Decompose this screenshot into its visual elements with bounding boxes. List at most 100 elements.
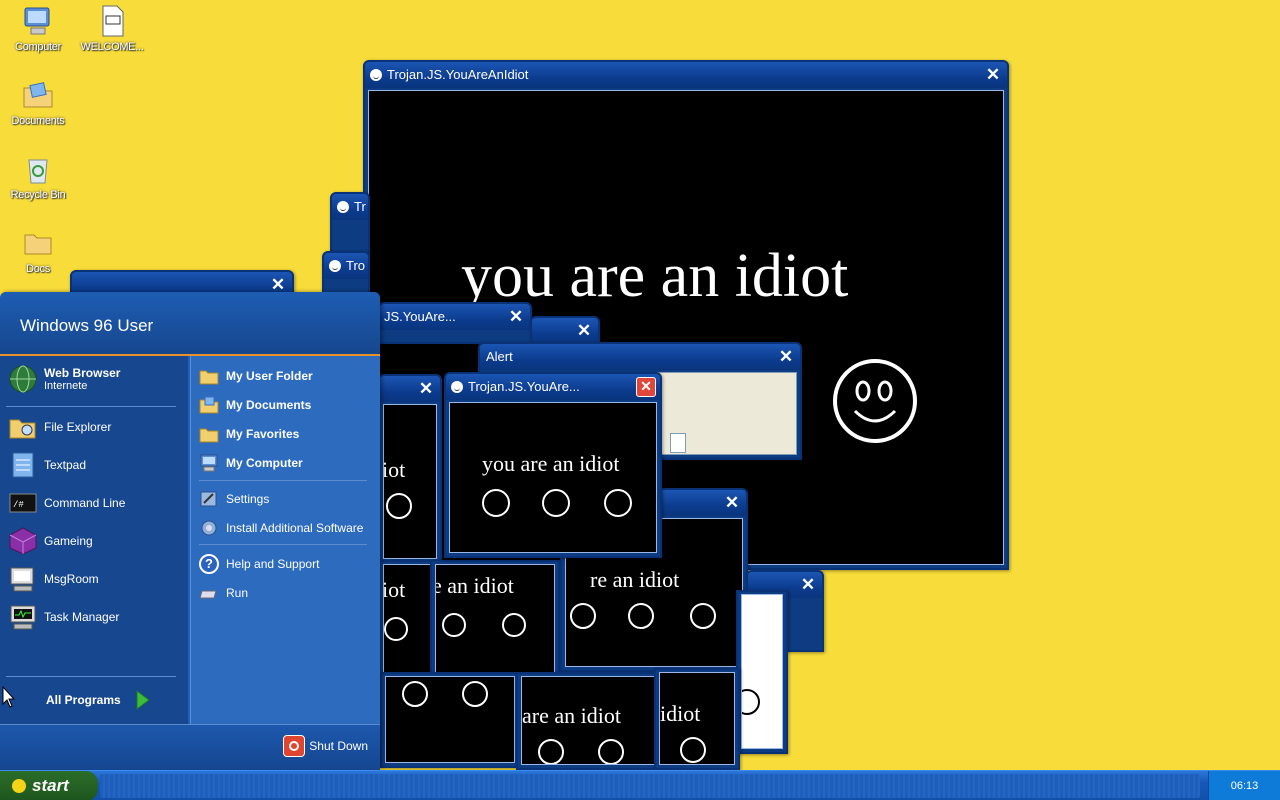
desktop-icon-documents[interactable]: Documents (6, 78, 70, 127)
desktop-icon-docs[interactable]: Docs (6, 226, 70, 275)
all-programs-button[interactable]: All Programs (46, 690, 151, 710)
window-content (385, 676, 515, 763)
start-item-label: Gameing (44, 534, 93, 548)
separator (199, 480, 367, 481)
smiley-icon (384, 617, 408, 641)
smiley-icon (570, 603, 596, 629)
title-bar[interactable]: Trojan.JS.YouAre... ✕ (446, 374, 660, 400)
window-title: JS.YouAre... (384, 309, 456, 324)
settings-icon (200, 491, 217, 507)
start-menu-places: My User Folder My Documents My Favorites… (190, 356, 380, 724)
smiley-icon (482, 489, 510, 517)
close-button[interactable]: ✕ (722, 493, 742, 513)
start-item-label: Web Browser (44, 366, 121, 380)
desktop-icon-computer[interactable]: Computer (6, 4, 70, 53)
smiley-icon (742, 689, 760, 715)
smiley-icon (502, 613, 526, 637)
place-help-support[interactable]: ? Help and Support (199, 554, 319, 574)
close-button[interactable]: ✕ (506, 307, 526, 327)
idiot-window-stack-8[interactable]: are an idiot (516, 672, 660, 770)
documents-folder-icon (199, 396, 219, 414)
start-item-label: Task Manager (44, 610, 120, 624)
desktop-icon-label: Recycle Bin (10, 189, 66, 201)
place-my-favorites[interactable]: My Favorites (199, 424, 299, 444)
place-label: My User Folder (226, 369, 313, 383)
start-label: start (32, 776, 69, 795)
title-bar[interactable]: Trojan.JS.YouAreAnIdiot ✕ (365, 62, 1007, 88)
start-item-task-manager[interactable]: Task Manager (8, 602, 119, 632)
taskbar-window-strip[interactable] (100, 774, 1200, 798)
close-button[interactable]: ✕ (983, 65, 1003, 85)
idiot-window-stack-3[interactable]: e an idiot (430, 560, 560, 680)
documents-folder-icon (23, 82, 53, 108)
close-button[interactable]: ✕ (416, 379, 436, 399)
msgroom-icon (10, 567, 34, 592)
start-button[interactable]: start (0, 771, 98, 800)
separator (6, 406, 176, 407)
place-label: Install Additional Software (226, 521, 364, 535)
start-item-label: Textpad (44, 458, 87, 472)
task-manager-icon (10, 605, 36, 630)
place-run[interactable]: Run (199, 583, 248, 603)
place-label: My Documents (226, 398, 312, 412)
title-bar[interactable]: Alert ✕ (480, 344, 800, 370)
system-tray: 06:13 (1208, 771, 1280, 800)
folder-icon (199, 428, 219, 443)
close-button[interactable]: ✕ (636, 377, 656, 397)
globe-icon (9, 365, 37, 393)
idiot-window-front[interactable]: Trojan.JS.YouAre... ✕ you are an idiot (444, 372, 662, 558)
place-settings[interactable]: Settings (199, 489, 269, 509)
smiley-icon (542, 489, 570, 517)
start-item-label: Command Line (44, 496, 126, 510)
window-content: e an idiot (435, 564, 555, 675)
start-item-file-explorer[interactable]: File Explorer (8, 412, 111, 442)
idiot-window-stack-1[interactable]: ✕ iot (378, 374, 442, 564)
desktop-icon-label: Computer (15, 41, 61, 53)
title-bar[interactable]: ✕ (380, 376, 440, 402)
file-explorer-icon (9, 419, 36, 439)
window-title: Tro (346, 258, 366, 273)
big-smiley-icon (833, 359, 917, 443)
idiot-window-partial-1[interactable]: JS.YouAre... ✕ (378, 302, 532, 344)
smiley-icon (370, 69, 382, 81)
smiley-icon (604, 489, 632, 517)
smiley-icon (538, 739, 564, 764)
title-bar[interactable]: ✕ (532, 318, 598, 344)
title-bar[interactable]: Tro (324, 253, 368, 279)
place-my-user-folder[interactable]: My User Folder (199, 366, 313, 386)
place-label: My Favorites (226, 427, 300, 441)
separator (6, 676, 176, 677)
smiley-icon (337, 201, 349, 213)
window-title: Alert (486, 349, 513, 364)
place-my-documents[interactable]: My Documents (199, 395, 311, 415)
start-item-web-browser[interactable]: Web Browser Internete (8, 364, 120, 394)
idiot-window-stack-2[interactable]: iot (378, 560, 438, 686)
desktop-icon-label: Documents (11, 115, 65, 127)
desktop-icon-recycle-bin[interactable]: Recycle Bin (6, 152, 70, 201)
place-install-software[interactable]: Install Additional Software (199, 518, 363, 538)
start-item-msgroom[interactable]: MsgRoom (8, 564, 99, 594)
start-item-textpad[interactable]: Textpad (8, 450, 86, 480)
idiot-window-stack-6[interactable] (736, 590, 788, 754)
window-content: iot (383, 564, 433, 681)
title-bar[interactable]: JS.YouAre... ✕ (380, 304, 530, 330)
close-button[interactable]: ✕ (798, 575, 818, 595)
run-icon (199, 590, 217, 599)
alert-button[interactable] (670, 433, 686, 453)
clock[interactable]: 06:13 (1231, 780, 1259, 792)
close-button[interactable]: ✕ (776, 347, 796, 367)
idiot-window-stack-7[interactable] (380, 672, 520, 768)
place-my-computer[interactable]: My Computer (199, 453, 303, 473)
computer-icon (200, 454, 218, 472)
smiley-icon (329, 260, 341, 272)
place-label: Run (226, 586, 249, 600)
desktop-icon-welcome[interactable]: WELCOME... (80, 4, 144, 53)
start-item-gameing[interactable]: Gameing (8, 526, 93, 556)
start-item-label: MsgRoom (44, 572, 99, 586)
start-item-command-line[interactable]: /# Command Line (8, 488, 125, 518)
idiot-window-stack-9[interactable]: idiot (654, 668, 740, 770)
title-bar[interactable]: Tr (332, 194, 368, 220)
close-button[interactable]: ✕ (574, 321, 594, 341)
terminal-glyph: /# (13, 500, 24, 510)
shut-down-button[interactable]: Shut Down (283, 735, 368, 757)
